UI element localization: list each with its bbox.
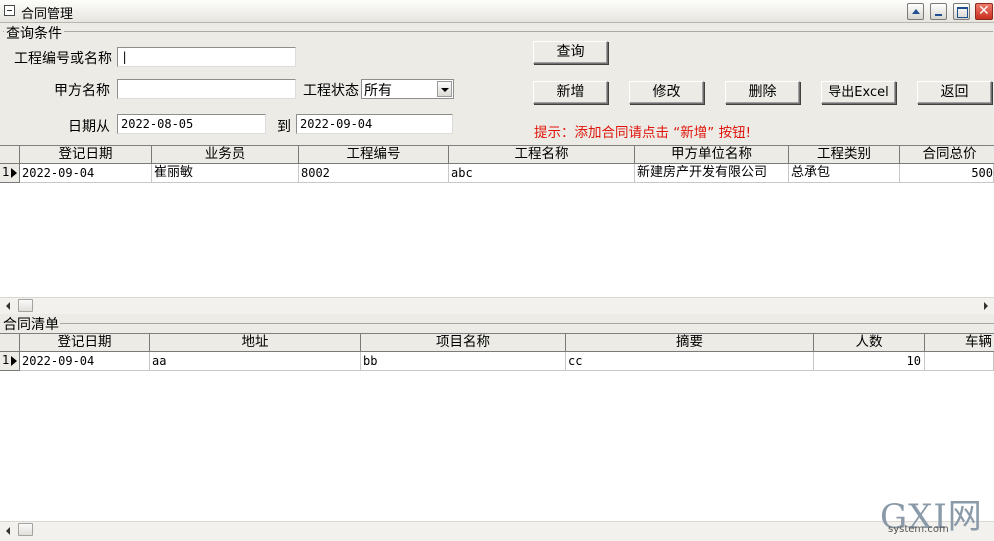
current-row-arrow-icon bbox=[11, 356, 17, 366]
scroll-thumb[interactable] bbox=[18, 523, 33, 536]
column-header[interactable]: 工程编号 bbox=[299, 146, 449, 164]
date-from-label: 日期从 bbox=[68, 119, 110, 135]
add-hint-text: 提示：添加合同请点击 “新增” 按钮! bbox=[534, 125, 751, 141]
code-or-name-input[interactable]: | bbox=[117, 47, 296, 67]
section-divider bbox=[60, 323, 994, 324]
title-bar: 合同管理 ✕ bbox=[0, 0, 994, 23]
row-indicator[interactable]: 1 bbox=[0, 164, 20, 183]
minimize-button[interactable] bbox=[930, 3, 947, 20]
current-row-arrow-icon bbox=[11, 168, 17, 178]
system-menu-icon[interactable] bbox=[4, 5, 15, 16]
detail-hscrollbar[interactable] bbox=[0, 521, 994, 541]
column-header[interactable]: 业务员 bbox=[152, 146, 299, 164]
watermark-domain: system.com bbox=[888, 524, 949, 535]
table-cell[interactable]: 2022-09-04 bbox=[20, 164, 152, 183]
table-cell[interactable]: 10 bbox=[814, 352, 925, 371]
table-cell[interactable]: cc bbox=[566, 352, 814, 371]
add-button[interactable]: 新增 bbox=[533, 81, 608, 104]
table-cell[interactable]: 2022-09-04 bbox=[20, 352, 150, 371]
grid-corner bbox=[0, 146, 20, 164]
column-header[interactable]: 登记日期 bbox=[20, 146, 152, 164]
row-number: 1 bbox=[2, 165, 10, 179]
export-excel-button[interactable]: 导出Excel bbox=[821, 81, 896, 104]
date-to-input[interactable]: 2022-09-04 bbox=[296, 114, 453, 134]
contracts-grid[interactable]: 登记日期 业务员 工程编号 工程名称 甲方单位名称 工程类别 合同总价 1 20… bbox=[0, 145, 994, 299]
minimize-icon bbox=[935, 14, 942, 16]
maximize-button[interactable] bbox=[953, 3, 970, 20]
edit-button[interactable]: 修改 bbox=[629, 81, 704, 104]
column-header[interactable]: 项目名称 bbox=[361, 334, 566, 352]
status-select-value: 所有 bbox=[364, 83, 392, 99]
scroll-right-icon[interactable] bbox=[984, 302, 988, 310]
row-indicator[interactable]: 1 bbox=[0, 352, 20, 371]
code-or-name-label: 工程编号或名称 bbox=[14, 51, 112, 67]
table-cell[interactable]: abc bbox=[449, 164, 635, 183]
status-label: 工程状态 bbox=[303, 83, 359, 99]
table-cell[interactable]: 总承包 bbox=[789, 164, 900, 183]
column-header[interactable]: 甲方单位名称 bbox=[635, 146, 789, 164]
chevron-down-icon[interactable] bbox=[437, 81, 452, 97]
table-cell[interactable]: 新建房产开发有限公司 bbox=[635, 164, 789, 183]
search-button[interactable]: 查询 bbox=[533, 41, 608, 64]
grid-corner bbox=[0, 334, 20, 352]
column-header[interactable]: 登记日期 bbox=[20, 334, 150, 352]
party-a-input[interactable] bbox=[117, 79, 296, 99]
row-number: 1 bbox=[2, 353, 10, 367]
column-header[interactable]: 摘要 bbox=[566, 334, 814, 352]
detail-section-label: 合同清单 bbox=[3, 317, 59, 333]
contracts-hscrollbar[interactable] bbox=[0, 297, 994, 314]
column-header[interactable]: 人数 bbox=[814, 334, 925, 352]
table-cell[interactable]: bb bbox=[361, 352, 566, 371]
table-cell[interactable]: aa bbox=[150, 352, 361, 371]
column-header[interactable]: 工程名称 bbox=[449, 146, 635, 164]
watermark-logo: GXI网 system.com bbox=[880, 497, 990, 537]
scroll-up-button[interactable] bbox=[907, 3, 924, 20]
column-header[interactable]: 工程类别 bbox=[789, 146, 900, 164]
back-button[interactable]: 返回 bbox=[917, 81, 992, 104]
table-cell[interactable] bbox=[925, 352, 994, 371]
party-a-label: 甲方名称 bbox=[54, 83, 110, 99]
close-icon: ✕ bbox=[978, 3, 990, 19]
date-from-input[interactable]: 2022-08-05 bbox=[117, 114, 266, 134]
query-group-label: 查询条件 bbox=[4, 23, 64, 43]
column-header[interactable]: 车辆 bbox=[925, 334, 994, 352]
table-cell[interactable]: 8002 bbox=[299, 164, 449, 183]
table-cell[interactable]: 崔丽敏 bbox=[152, 164, 299, 183]
close-button[interactable]: ✕ bbox=[975, 3, 993, 20]
maximize-icon bbox=[957, 7, 968, 18]
up-arrow-icon bbox=[912, 9, 920, 14]
table-cell[interactable]: 500 bbox=[900, 164, 994, 183]
scroll-thumb[interactable] bbox=[18, 299, 33, 312]
detail-grid[interactable]: 登记日期 地址 项目名称 摘要 人数 车辆 1 2022-09-04 aa bb… bbox=[0, 333, 994, 523]
window-title: 合同管理 bbox=[21, 7, 74, 22]
scroll-left-icon[interactable] bbox=[6, 302, 10, 310]
column-header[interactable]: 地址 bbox=[150, 334, 361, 352]
status-select[interactable]: 所有 bbox=[361, 79, 454, 99]
delete-button[interactable]: 删除 bbox=[725, 81, 800, 104]
date-to-label: 到 bbox=[277, 119, 291, 135]
scroll-left-icon[interactable] bbox=[6, 527, 10, 535]
column-header[interactable]: 合同总价 bbox=[900, 146, 994, 164]
